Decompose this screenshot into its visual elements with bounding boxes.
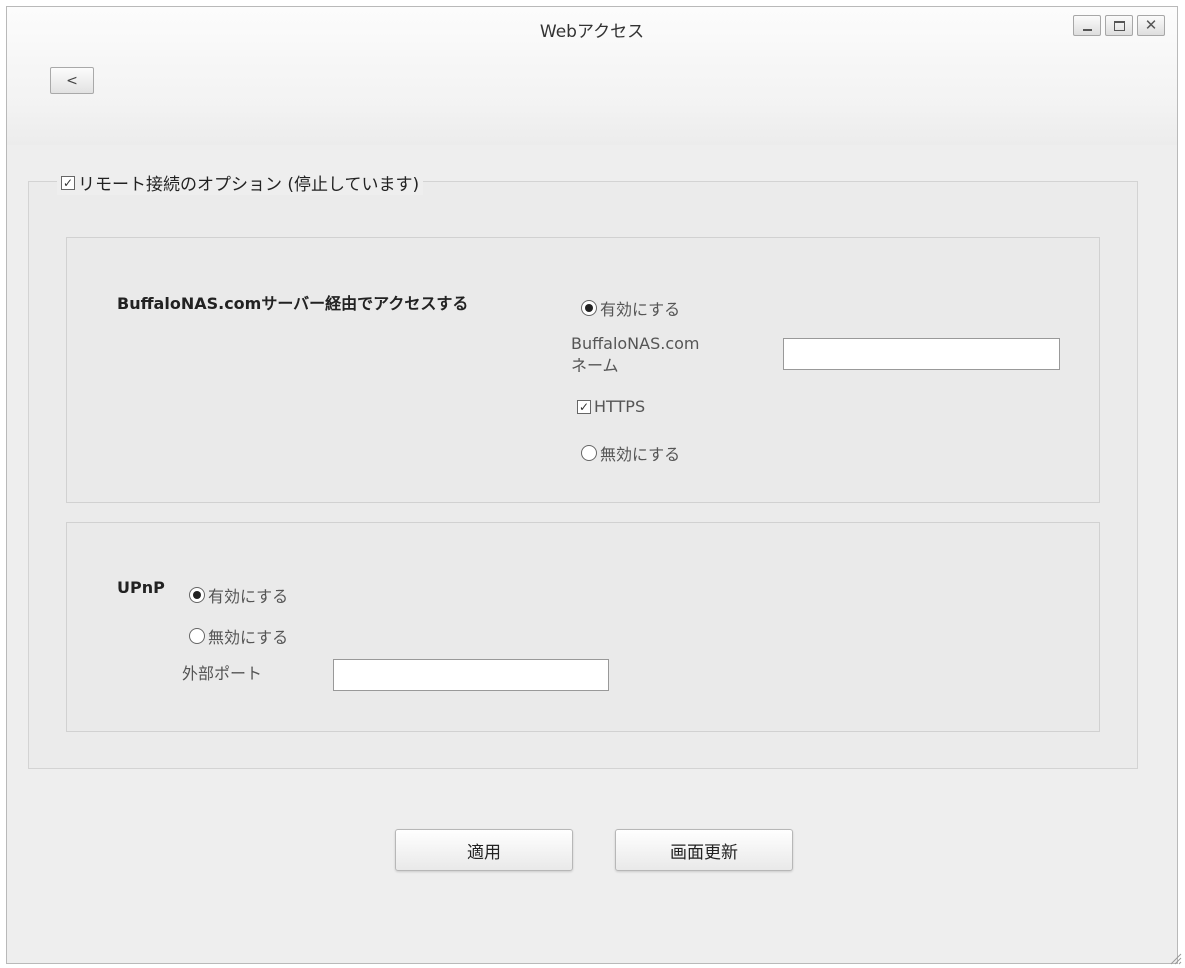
remote-options-checkbox[interactable]: ✓ (61, 175, 75, 190)
buffalonas-enable-label: 有効にする (600, 300, 681, 319)
window-controls: ✕ (1073, 15, 1165, 36)
remote-options-label: リモート接続のオプション (停止しています) (78, 175, 420, 195)
external-port-input[interactable] (333, 659, 609, 691)
upnp-disable-label: 無効にする (208, 628, 289, 647)
buffalonas-disable-radio[interactable] (581, 445, 597, 461)
window-title: Webアクセス (539, 22, 645, 42)
apply-button[interactable]: 適用 (395, 829, 573, 871)
buffalonas-name-label: BuffaloNAS.com ネーム (571, 333, 700, 377)
close-button[interactable]: ✕ (1137, 15, 1165, 36)
https-label: HTTPS (594, 397, 646, 416)
https-checkbox[interactable]: ✓ (577, 399, 591, 414)
maximize-button[interactable] (1105, 15, 1133, 36)
upnp-disable-radio[interactable] (189, 628, 205, 644)
upnp-enable-radio[interactable] (189, 587, 205, 603)
buffalonas-name-label-line1: BuffaloNAS.com (571, 334, 700, 353)
maximize-icon (1113, 20, 1125, 31)
buffalonas-disable-label: 無効にする (600, 445, 681, 464)
buffalonas-name-input[interactable] (783, 338, 1060, 370)
close-icon: ✕ (1144, 16, 1158, 34)
upnp-heading: UPnP (117, 578, 165, 597)
buffalonas-heading: BuffaloNAS.comサーバー経由でアクセスする (117, 294, 469, 313)
minimize-icon (1082, 28, 1092, 31)
upnp-disable-option[interactable]: 無効にする (189, 624, 288, 648)
https-option[interactable]: ✓ HTTPS (577, 397, 645, 416)
back-button[interactable]: < (50, 67, 94, 94)
title-bar: Webアクセス ✕ < (7, 7, 1177, 145)
buffalonas-disable-option[interactable]: 無効にする (581, 441, 680, 465)
resize-grip-icon[interactable] (1168, 951, 1182, 965)
external-port-label: 外部ポート (182, 664, 263, 683)
minimize-button[interactable] (1073, 15, 1101, 36)
buffalonas-enable-option[interactable]: 有効にする (581, 296, 680, 320)
refresh-button[interactable]: 画面更新 (615, 829, 793, 871)
chevron-left-icon: < (66, 72, 78, 89)
buffalonas-name-label-line2: ネーム (571, 356, 619, 375)
upnp-enable-option[interactable]: 有効にする (189, 583, 288, 607)
upnp-enable-label: 有効にする (208, 587, 289, 606)
buffalonas-enable-radio[interactable] (581, 300, 597, 316)
remote-options-legend: ✓ リモート接続のオプション (停止しています) (57, 170, 424, 195)
